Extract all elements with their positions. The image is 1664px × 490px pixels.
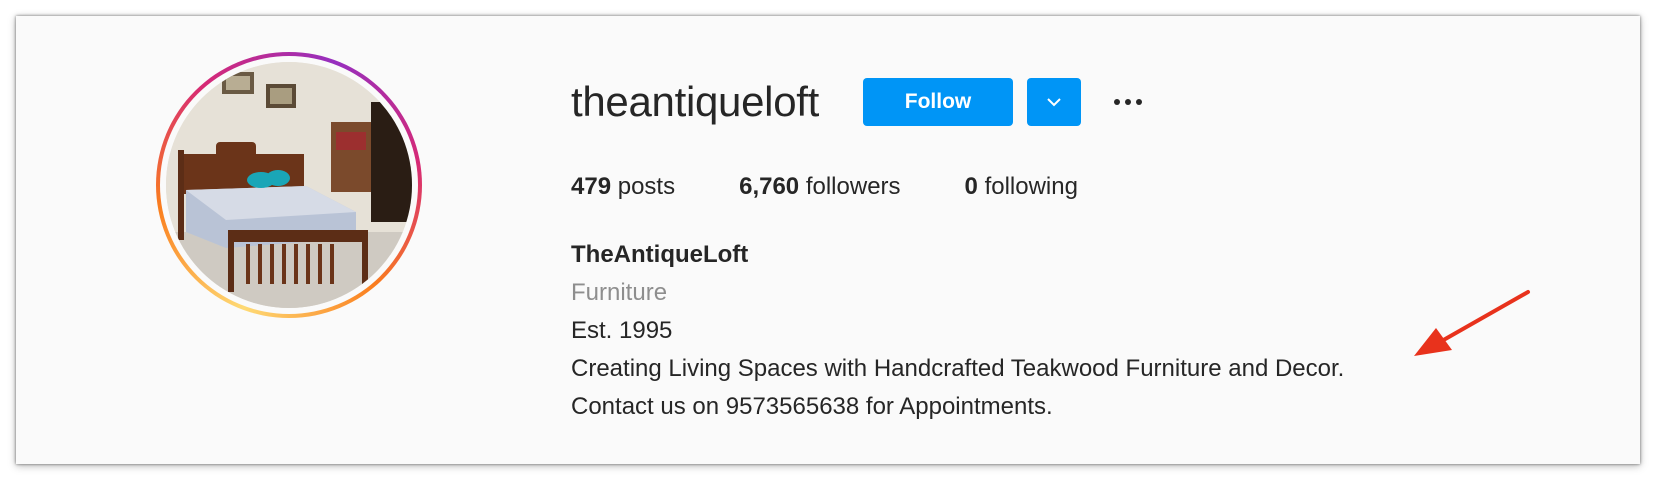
story-ring[interactable] [156, 52, 422, 318]
profile-username: theantiqueloft [571, 78, 820, 125]
annotation-arrow-icon [1414, 290, 1530, 356]
followers-label: followers [805, 173, 901, 200]
suggested-accounts-dropdown-button[interactable] [1027, 78, 1081, 126]
more-options-icon [1114, 99, 1120, 105]
following-label: following [984, 173, 1078, 200]
bio-line: Contact us on 9573565638 for Appointment… [571, 393, 1053, 420]
followers-stat[interactable]: 6,760 followers [739, 173, 900, 201]
profile-category: Furniture [571, 279, 668, 306]
profile-full-name: TheAntiqueLoft [571, 241, 749, 268]
bio-line: Est. 1995 [571, 317, 673, 344]
posts-stat: 479 posts [571, 173, 675, 201]
posts-count: 479 [571, 173, 612, 200]
profile-stats: 479 posts 6,760 followers 0 following [571, 173, 1142, 201]
following-stat[interactable]: 0 following [965, 173, 1078, 201]
chevron-down-icon [1047, 98, 1061, 107]
profile-bio: TheAntiqueLoft Furniture Est. 1995 Creat… [571, 236, 1344, 426]
posts-label: posts [617, 173, 676, 200]
more-options-button[interactable] [1106, 82, 1150, 122]
follow-button[interactable]: Follow [863, 78, 1013, 126]
profile-header-card: theantiqueloft Follow 479 posts 6,760 fo… [16, 16, 1640, 464]
followers-count: 6,760 [739, 173, 800, 200]
bedroom-photo [166, 62, 412, 308]
avatar[interactable] [166, 62, 412, 308]
following-count: 0 [964, 173, 978, 200]
bio-line: Creating Living Spaces with Handcrafted … [571, 355, 1345, 382]
